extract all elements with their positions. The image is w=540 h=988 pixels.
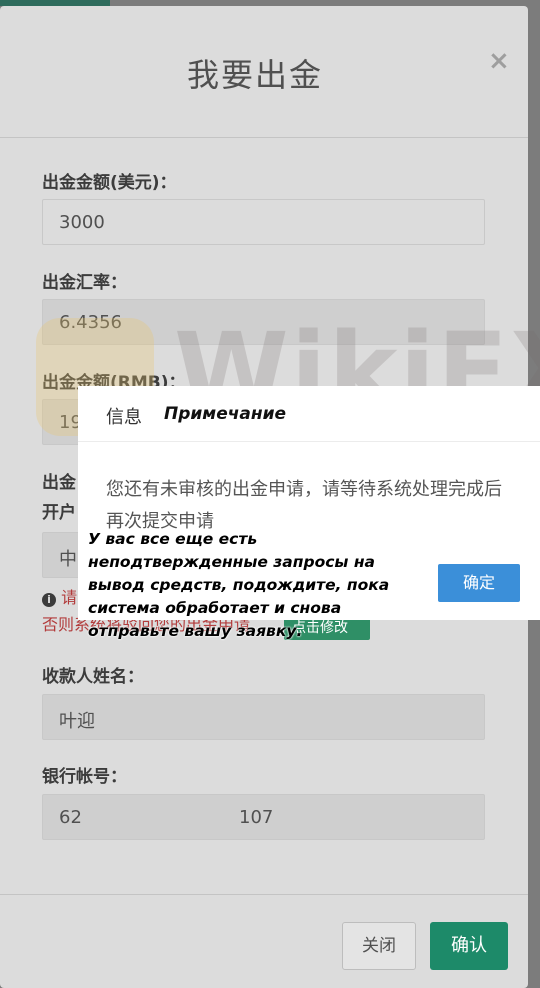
payee-field: 叶迎 [42,694,485,740]
payee-label: 收款人姓名： [42,667,144,687]
rate-label: 出金汇率： [42,273,127,293]
bank-label: 出金 [42,473,76,493]
dialog-title-translation: Примечание [164,404,287,424]
bank-account-field: 62 107 [42,794,485,840]
dialog-header: 信息 Примечание [78,386,540,442]
rate-field: 6.4356 [42,299,485,345]
warning-text-part: 请 [61,588,78,607]
account-label: 开户 [42,503,76,523]
bank-account-start: 62 [59,807,82,828]
dialog-ok-button[interactable]: 确定 [438,564,520,602]
bank-account-label: 银行帐号： [42,767,127,787]
close-icon[interactable]: × [488,46,510,76]
modal-header: 我要出金 × [0,6,528,138]
dialog-message-translation: У вас все еще есть неподтвержденные запр… [88,530,390,640]
info-icon: i [42,593,56,607]
dialog-title: 信息 [106,407,142,428]
warning-text: i 请 [42,584,77,608]
confirm-button[interactable]: 确认 [430,922,508,970]
modal-title: 我要出金 [186,56,323,94]
amount-usd-label: 出金金额(美元)： [42,173,177,193]
amount-usd-input[interactable]: 3000 [42,199,485,245]
close-button[interactable]: 关闭 [342,922,416,970]
bank-account-end: 107 [239,807,274,828]
